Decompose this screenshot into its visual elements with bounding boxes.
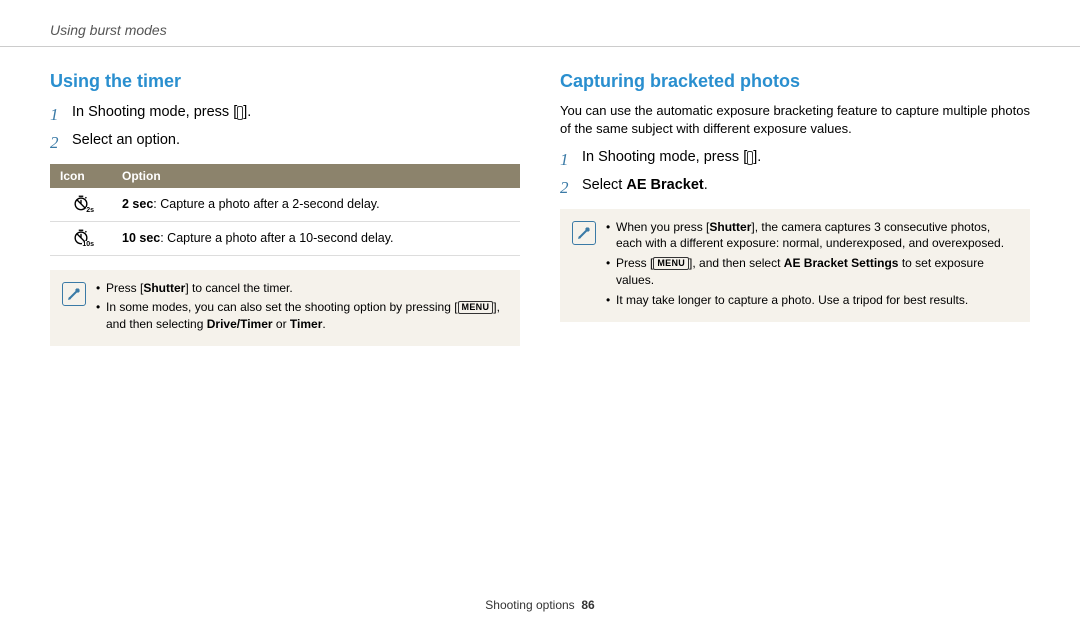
menu-button-icon: MENU xyxy=(458,301,494,314)
icon-subscript: 2s xyxy=(86,207,94,214)
note-icon xyxy=(572,221,596,245)
note-item: In some modes, you can also set the shoo… xyxy=(96,299,508,333)
steps-list-right: In Shooting mode, press [ ]. Select AE B… xyxy=(560,147,1030,197)
timer-10s-icon: 10s xyxy=(72,228,90,246)
icon-subscript: 10s xyxy=(82,241,94,248)
left-column: Using the timer In Shooting mode, press … xyxy=(50,71,520,346)
intro-text: You can use the automatic exposure brack… xyxy=(560,102,1030,137)
note-item: It may take longer to capture a photo. U… xyxy=(606,292,1018,309)
step-item: Select an option. xyxy=(50,130,520,152)
step-text: In Shooting mode, press [ xyxy=(72,104,237,120)
step-item: In Shooting mode, press [ ]. xyxy=(50,102,520,124)
note-box-right: When you press [Shutter], the camera cap… xyxy=(560,209,1030,322)
options-table: Icon Option 2s 2 sec: Capture a photo af… xyxy=(50,164,520,256)
table-row: 10s 10 sec: Capture a photo after a 10-s… xyxy=(50,221,520,255)
step-bold: AE Bracket xyxy=(626,177,703,193)
breadcrumb-header: Using burst modes xyxy=(0,0,1080,47)
table-header-icon: Icon xyxy=(50,164,112,188)
section-title-bracket: Capturing bracketed photos xyxy=(560,71,1030,92)
section-title-timer: Using the timer xyxy=(50,71,520,92)
step-text: Select xyxy=(582,177,626,193)
step-text: ]. xyxy=(753,149,761,165)
step-text: ]. xyxy=(243,104,251,120)
note-list: Press [Shutter] to cancel the timer. In … xyxy=(96,280,508,336)
step-text: . xyxy=(704,177,708,193)
step-text: In Shooting mode, press [ xyxy=(582,149,747,165)
steps-list-left: In Shooting mode, press [ ]. Select an o… xyxy=(50,102,520,152)
page-footer: Shooting options 86 xyxy=(0,598,1080,612)
step-item: In Shooting mode, press [ ]. xyxy=(560,147,1030,169)
timer-2s-icon: 2s xyxy=(72,194,90,212)
table-cell: 10 sec: Capture a photo after a 10-secon… xyxy=(112,221,520,255)
note-box-left: Press [Shutter] to cancel the timer. In … xyxy=(50,270,520,346)
step-item: Select AE Bracket. xyxy=(560,175,1030,197)
note-item: When you press [Shutter], the camera cap… xyxy=(606,219,1018,253)
right-column: Capturing bracketed photos You can use t… xyxy=(560,71,1030,346)
menu-button-icon: MENU xyxy=(653,257,689,270)
table-row: 2s 2 sec: Capture a photo after a 2-seco… xyxy=(50,188,520,222)
table-header-option: Option xyxy=(112,164,520,188)
note-item: Press [Shutter] to cancel the timer. xyxy=(96,280,508,297)
table-cell: 2 sec: Capture a photo after a 2-second … xyxy=(112,188,520,222)
note-icon xyxy=(62,282,86,306)
note-list: When you press [Shutter], the camera cap… xyxy=(606,219,1018,312)
content-columns: Using the timer In Shooting mode, press … xyxy=(0,71,1080,346)
note-item: Press [MENU], and then select AE Bracket… xyxy=(606,255,1018,289)
step-text: Select an option. xyxy=(72,132,180,148)
